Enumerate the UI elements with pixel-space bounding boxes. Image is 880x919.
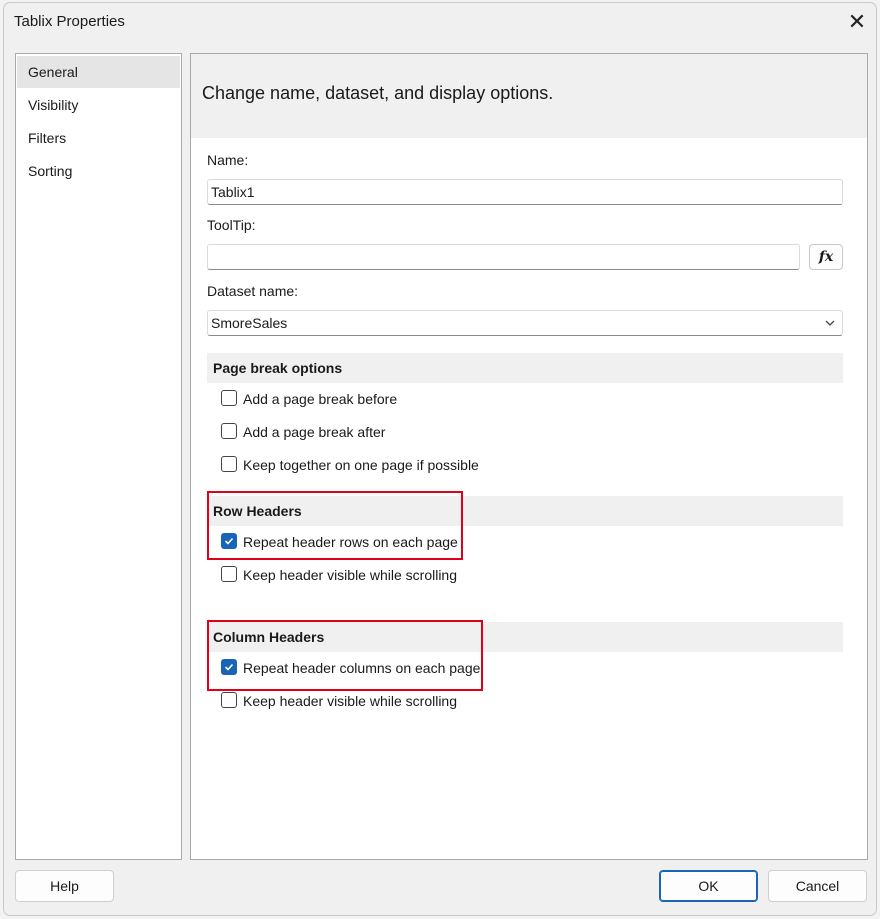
tooltip-expression-button[interactable]: fx xyxy=(809,244,843,270)
sidebar-item-filters[interactable]: Filters xyxy=(17,122,180,154)
checkbox-box[interactable] xyxy=(221,423,237,439)
ok-button-label: OK xyxy=(698,878,719,894)
dataset-label: Dataset name: xyxy=(207,283,299,299)
checkbox-box[interactable] xyxy=(221,456,237,472)
dataset-select[interactable]: SmoreSales xyxy=(207,310,843,336)
cancel-button[interactable]: Cancel xyxy=(768,870,867,902)
help-button[interactable]: Help xyxy=(15,870,114,902)
cancel-button-label: Cancel xyxy=(795,878,840,894)
tooltip-field[interactable] xyxy=(207,244,800,270)
sidebar-item-label: General xyxy=(28,64,78,80)
checkbox-label: Keep together on one page if possible xyxy=(243,457,479,473)
section-title: Page break options xyxy=(213,360,343,376)
chevron-down-icon[interactable] xyxy=(824,317,836,329)
content-header: Change name, dataset, and display option… xyxy=(191,54,867,138)
close-icon[interactable]: ✕ xyxy=(848,9,866,34)
page-break-section-header: Page break options xyxy=(207,353,843,383)
title-bar: Tablix Properties ✕ xyxy=(4,3,876,41)
column-headers-highlight-box xyxy=(207,620,483,691)
sidebar-item-sorting[interactable]: Sorting xyxy=(17,155,180,187)
sidebar-item-general[interactable]: General xyxy=(17,56,180,88)
fx-icon[interactable]: fx xyxy=(819,249,833,265)
sidebar-item-label: Filters xyxy=(28,130,67,146)
page-title: Change name, dataset, and display option… xyxy=(202,83,554,103)
checkbox-box[interactable] xyxy=(221,390,237,406)
tooltip-label: ToolTip: xyxy=(207,217,256,233)
checkbox-label: Add a page break after xyxy=(243,424,386,440)
dataset-select-value: SmoreSales xyxy=(211,315,288,331)
name-field-value: Tablix1 xyxy=(211,184,255,200)
dialog-title: Tablix Properties xyxy=(14,13,125,30)
checkbox-label: Keep header visible while scrolling xyxy=(243,567,458,583)
checkbox-box[interactable] xyxy=(221,566,237,582)
ok-button[interactable]: OK xyxy=(659,870,758,902)
sidebar-nav: General Visibility Filters Sorting xyxy=(15,53,182,860)
tablix-properties-dialog: Tablix Properties ✕ General Visibility F… xyxy=(3,2,877,916)
content-panel: Change name, dataset, and display option… xyxy=(190,53,868,860)
help-button-label: Help xyxy=(50,878,79,894)
checkbox-label: Keep header visible while scrolling xyxy=(243,693,458,709)
row-headers-highlight-box xyxy=(207,491,463,560)
name-field[interactable]: Tablix1 xyxy=(207,179,843,205)
checkbox-box[interactable] xyxy=(221,692,237,708)
sidebar-item-label: Visibility xyxy=(28,97,79,113)
checkbox-label: Add a page break before xyxy=(243,391,398,407)
name-label: Name: xyxy=(207,152,249,168)
sidebar-item-visibility[interactable]: Visibility xyxy=(17,89,180,121)
sidebar-item-label: Sorting xyxy=(28,163,73,179)
close-button[interactable]: ✕ xyxy=(842,9,872,37)
